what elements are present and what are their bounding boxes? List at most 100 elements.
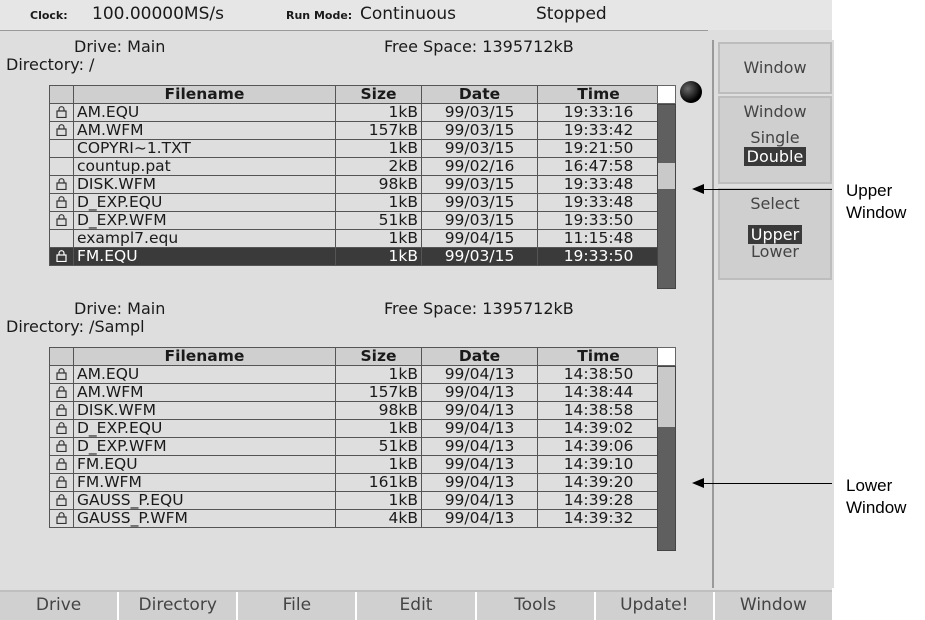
- upper-drive: Drive: Main: [74, 37, 166, 56]
- date-cell: 99/03/15: [421, 193, 538, 212]
- filename-cell: GAUSS_P.WFM: [73, 509, 336, 528]
- bottom-button-file[interactable]: File: [238, 592, 358, 620]
- lower-col-time[interactable]: Time: [537, 347, 660, 366]
- filename-cell: D_EXP.WFM: [73, 437, 336, 456]
- date-cell: 99/04/13: [421, 437, 538, 456]
- filename-cell: D_EXP.EQU: [73, 419, 336, 438]
- size-cell: 98kB: [335, 175, 422, 194]
- filename-cell: AM.WFM: [73, 383, 336, 402]
- table-row[interactable]: FM.WFM 161kB 99/04/13 14:39:20: [49, 473, 660, 492]
- lower-drive: Drive: Main: [74, 299, 166, 318]
- padlock-icon: [49, 419, 74, 438]
- time-cell: 14:39:32: [537, 509, 660, 528]
- time-cell: 14:39:02: [537, 419, 660, 438]
- window-mode-single: Single: [750, 128, 800, 147]
- upper-scrollbar-top-box[interactable]: [657, 85, 676, 104]
- table-row[interactable]: GAUSS_P.WFM 4kB 99/04/13 14:39:32: [49, 509, 660, 528]
- table-row[interactable]: FM.EQU 1kB 99/03/15 19:33:50: [49, 247, 660, 266]
- date-cell: 99/04/13: [421, 383, 538, 402]
- upper-col-date[interactable]: Date: [421, 85, 538, 104]
- table-row[interactable]: COPYRI~1.TXT 1kB 99/03/15 19:21:50: [49, 139, 660, 158]
- table-row[interactable]: AM.WFM 157kB 99/03/15 19:33:42: [49, 121, 660, 140]
- padlock-icon: [49, 193, 74, 212]
- filename-cell: AM.WFM: [73, 121, 336, 140]
- table-row[interactable]: GAUSS_P.EQU 1kB 99/04/13 14:39:28: [49, 491, 660, 510]
- bottom-button-directory[interactable]: Directory: [119, 592, 239, 620]
- size-cell: 1kB: [335, 139, 422, 158]
- date-cell: 99/02/16: [421, 157, 538, 176]
- file-area: Drive: Main Free Space: 1395712kB Direct…: [0, 30, 708, 591]
- time-cell: 14:39:20: [537, 473, 660, 492]
- time-cell: 14:38:58: [537, 401, 660, 420]
- table-row[interactable]: AM.EQU 1kB 99/03/15 19:33:16: [49, 103, 660, 122]
- table-row[interactable]: countup.pat 2kB 99/02/16 16:47:58: [49, 157, 660, 176]
- instrument-screen: Clock: 100.00000MS/s Run Mode: Continuou…: [0, 0, 834, 620]
- date-cell: 99/04/13: [421, 419, 538, 438]
- time-cell: 14:39:10: [537, 455, 660, 474]
- lower-callout-line1: Lower: [846, 476, 893, 495]
- filename-cell: countup.pat: [73, 157, 336, 176]
- lower-free-space: Free Space: 1395712kB: [384, 299, 574, 318]
- upper-scroll-thumb[interactable]: [658, 163, 675, 189]
- lower-col-date[interactable]: Date: [421, 347, 538, 366]
- filename-cell: GAUSS_P.EQU: [73, 491, 336, 510]
- lock-cell: [49, 157, 74, 176]
- runmode-value: Continuous: [360, 4, 457, 24]
- time-cell: 19:33:50: [537, 247, 660, 266]
- lower-scrollbar-top-box[interactable]: [657, 347, 676, 366]
- table-row[interactable]: AM.WFM 157kB 99/04/13 14:38:44: [49, 383, 660, 402]
- time-cell: 14:39:06: [537, 437, 660, 456]
- filename-cell: FM.EQU: [73, 455, 336, 474]
- bottom-button-edit[interactable]: Edit: [357, 592, 477, 620]
- upper-scrollbar[interactable]: [657, 104, 676, 289]
- window-mode-button[interactable]: Window Single Double: [718, 96, 832, 184]
- black-ball-icon: [680, 81, 702, 103]
- table-row[interactable]: AM.EQU 1kB 99/04/13 14:38:50: [49, 365, 660, 384]
- time-cell: 19:21:50: [537, 139, 660, 158]
- table-row[interactable]: D_EXP.EQU 1kB 99/04/13 14:39:02: [49, 419, 660, 438]
- bottom-button-tools[interactable]: Tools: [476, 592, 596, 620]
- runmode-label: Run Mode:: [286, 9, 353, 22]
- padlock-icon: [49, 365, 74, 384]
- acquisition-state: Stopped: [536, 4, 607, 24]
- bottom-menu: Drive Directory File Edit Tools Update! …: [0, 590, 832, 620]
- table-row[interactable]: DISK.WFM 98kB 99/04/13 14:38:58: [49, 401, 660, 420]
- bottom-button-update[interactable]: Update!: [595, 592, 715, 620]
- upper-col-time[interactable]: Time: [537, 85, 660, 104]
- padlock-icon: [49, 103, 74, 122]
- time-cell: 14:38:44: [537, 383, 660, 402]
- upper-col-size[interactable]: Size: [335, 85, 422, 104]
- lower-callout-line: [700, 483, 832, 484]
- window-mode-double: Double: [743, 147, 807, 166]
- date-cell: 99/04/13: [421, 509, 538, 528]
- lower-scroll-thumb[interactable]: [658, 367, 675, 427]
- table-row[interactable]: D_EXP.EQU 1kB 99/03/15 19:33:48: [49, 193, 660, 212]
- lower-window-callout: Lower Window: [846, 475, 906, 519]
- upper-callout-line: [700, 189, 832, 190]
- time-cell: 19:33:16: [537, 103, 660, 122]
- bottom-button-drive[interactable]: Drive: [0, 592, 120, 620]
- filename-cell: FM.EQU: [73, 247, 336, 266]
- lower-col-lock: [49, 347, 74, 366]
- table-row[interactable]: DISK.WFM 98kB 99/03/15 19:33:48: [49, 175, 660, 194]
- clock-label: Clock:: [30, 9, 68, 22]
- size-cell: 1kB: [335, 103, 422, 122]
- size-cell: 51kB: [335, 211, 422, 230]
- table-row[interactable]: D_EXP.WFM 51kB 99/04/13 14:39:06: [49, 437, 660, 456]
- table-row[interactable]: FM.EQU 1kB 99/04/13 14:39:10: [49, 455, 660, 474]
- size-cell: 1kB: [335, 193, 422, 212]
- table-row[interactable]: D_EXP.WFM 51kB 99/03/15 19:33:50: [49, 211, 660, 230]
- lower-col-size[interactable]: Size: [335, 347, 422, 366]
- upper-file-table: Filename Size Date Time AM.EQU 1kB 99/03/1…: [49, 85, 660, 266]
- upper-col-filename[interactable]: Filename: [73, 85, 336, 104]
- lower-scrollbar[interactable]: [657, 366, 676, 551]
- table-row[interactable]: exampl7.equ 1kB 99/04/15 11:15:48: [49, 229, 660, 248]
- filename-cell: DISK.WFM: [73, 401, 336, 420]
- bottom-button-window[interactable]: Window: [714, 592, 832, 620]
- date-cell: 99/04/13: [421, 473, 538, 492]
- lower-col-filename[interactable]: Filename: [73, 347, 336, 366]
- filename-cell: D_EXP.EQU: [73, 193, 336, 212]
- size-cell: 1kB: [335, 247, 422, 266]
- size-cell: 157kB: [335, 383, 422, 402]
- window-select-button[interactable]: Select Upper Lower: [718, 188, 832, 280]
